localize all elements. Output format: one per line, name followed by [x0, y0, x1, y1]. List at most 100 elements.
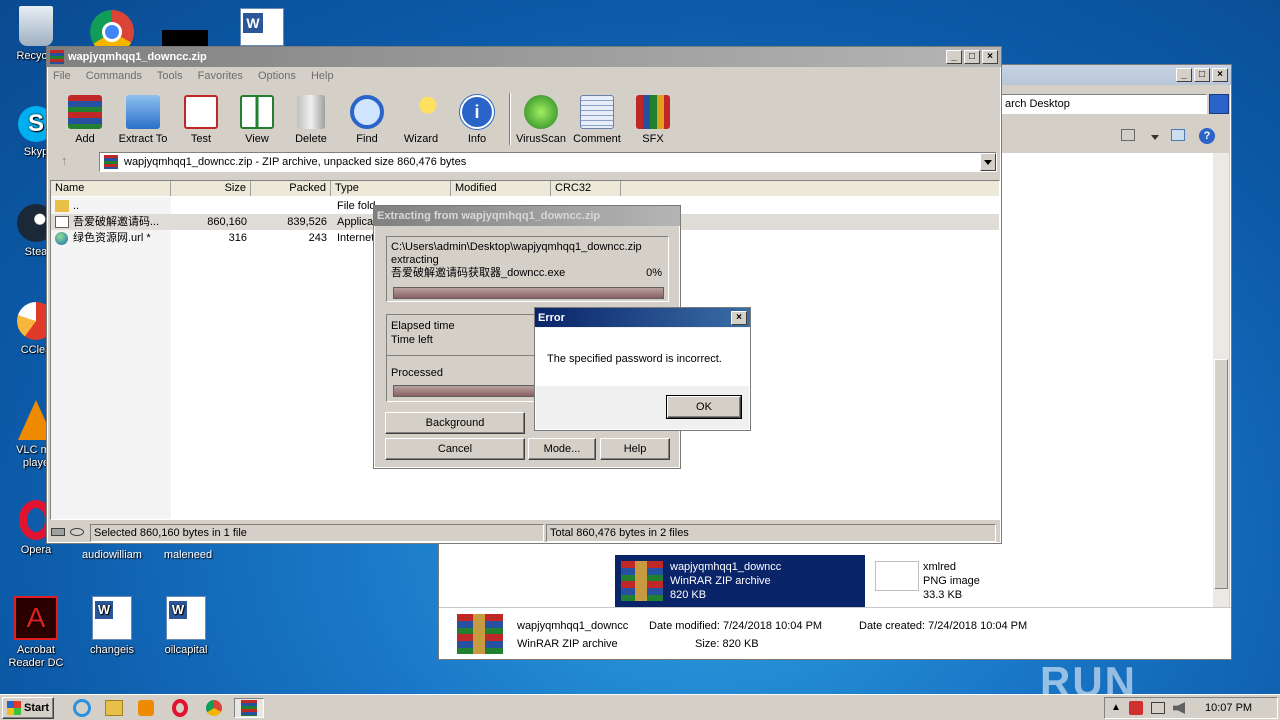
explorer-taskbar-icon[interactable] [102, 698, 126, 718]
row-packed: 243 [308, 232, 327, 244]
row-name: 绿色资源网.url * [73, 232, 151, 244]
toolbar-sfx-button[interactable]: SFX [623, 95, 683, 145]
volume-icon[interactable] [1173, 702, 1185, 714]
network-icon[interactable] [1151, 702, 1165, 714]
row-name: .. [73, 200, 80, 212]
path-dropdown-button[interactable] [980, 153, 996, 171]
up-arrow-icon[interactable]: ↑ [61, 154, 75, 168]
toolbar-test-button[interactable]: Test [171, 95, 231, 145]
toolbar-virusscan-button[interactable]: VirusScan [511, 95, 571, 145]
details-winrar-icon [457, 614, 503, 654]
menu-help[interactable]: Help [311, 70, 334, 82]
acrobat-reader-icon[interactable]: A Acrobat Reader DC [6, 596, 66, 670]
oilcapital-doc-icon[interactable]: W oilcapital [156, 596, 216, 657]
preview-pane-icon[interactable] [1171, 129, 1185, 141]
tray-expand-icon[interactable]: ▲ [1111, 702, 1121, 713]
menu-file[interactable]: File [53, 70, 71, 82]
column-modified[interactable]: Modified [451, 181, 551, 196]
other-file-size: 33.3 KB [923, 589, 963, 601]
winrar-titlebar[interactable]: wapjyqmhqq1_downcc.zip _ □ × [47, 47, 1001, 67]
media-player-taskbar-icon[interactable] [134, 698, 158, 718]
winrar-taskbar-icon[interactable] [234, 698, 264, 718]
path-text: wapjyqmhqq1_downcc.zip - ZIP archive, un… [124, 156, 467, 168]
folder-icon [55, 200, 69, 212]
clock[interactable]: 10:07 PM [1205, 702, 1252, 714]
toolbar-add-button[interactable]: Add [55, 95, 115, 145]
start-button[interactable]: Start [2, 697, 54, 719]
path-combobox[interactable]: wapjyqmhqq1_downcc.zip - ZIP archive, un… [99, 152, 997, 172]
winrar-close-button[interactable]: × [982, 50, 998, 64]
toolbar-wizard-button[interactable]: Wizard [391, 95, 451, 145]
explorer-minimize-button[interactable]: _ [1176, 68, 1192, 82]
winrar-maximize-button[interactable]: □ [964, 50, 980, 64]
black-desktop-icon[interactable] [162, 30, 208, 46]
anyrun-watermark: ANY RUN [1040, 610, 1137, 705]
selected-file-item[interactable]: wapjyqmhqq1_downcc WinRAR ZIP archive 82… [615, 555, 865, 607]
extract-titlebar[interactable]: Extracting from wapjyqmhqq1_downcc.zip [374, 206, 680, 226]
other-file-item[interactable]: xmlred PNG image 33.3 KB [923, 560, 980, 602]
search-icon[interactable] [1209, 94, 1229, 114]
mode-button[interactable]: Mode... [528, 438, 596, 460]
selected-file-type: WinRAR ZIP archive [670, 575, 771, 587]
column-packed[interactable]: Packed [251, 181, 331, 196]
explorer-maximize-button[interactable]: □ [1194, 68, 1210, 82]
details-created-block: Date created: 7/24/2018 10:04 PM [859, 617, 1027, 635]
time-left-label: Time left [391, 334, 433, 346]
error-title: Error [538, 311, 565, 324]
ie-taskbar-icon[interactable] [70, 698, 94, 718]
toolbar-find-button[interactable]: Find [337, 95, 397, 145]
toolbar-info-button[interactable]: i Info [447, 95, 507, 145]
menu-options[interactable]: Options [258, 70, 296, 82]
opera-taskbar-icon[interactable] [168, 698, 192, 718]
error-titlebar[interactable]: Error × [535, 308, 750, 327]
column-size[interactable]: Size [171, 181, 251, 196]
column-crc32[interactable]: CRC32 [551, 181, 621, 196]
action-center-icon[interactable] [1129, 701, 1143, 715]
help-button[interactable]: Help [600, 438, 670, 460]
background-button[interactable]: Background [385, 412, 525, 434]
toolbar-view-button[interactable]: View [227, 95, 287, 145]
scrollbar-thumb[interactable] [1214, 359, 1228, 589]
winrar-minimize-button[interactable]: _ [946, 50, 962, 64]
ok-button[interactable]: OK [666, 395, 742, 419]
explorer-close-button[interactable]: × [1212, 68, 1228, 82]
key-icon [70, 528, 85, 536]
toolbar-comment-button[interactable]: Comment [567, 95, 627, 145]
column-name[interactable]: Name [51, 181, 171, 196]
toolbar-delete-button[interactable]: Delete [281, 95, 341, 145]
maleneed-label[interactable]: maleneed [156, 549, 220, 561]
explorer-scrollbar[interactable] [1213, 153, 1229, 607]
menu-tools[interactable]: Tools [157, 70, 183, 82]
tool-add-label: Add [75, 133, 95, 145]
chevron-down-icon[interactable] [1151, 135, 1159, 140]
error-body: The specified password is incorrect. [535, 328, 750, 386]
elapsed-label: Elapsed time [391, 320, 455, 332]
toolbar-extract-button[interactable]: Extract To [113, 95, 173, 145]
extract-folder-icon [126, 95, 160, 129]
file-list-header: Name Size Packed Type Modified CRC32 [51, 181, 999, 196]
extract-stats-panel: Elapsed time Time left Processed [386, 314, 546, 402]
status-selected: Selected 860,160 bytes in 1 file [90, 524, 544, 542]
view-options-icon[interactable] [1121, 129, 1135, 141]
audiowilliam-label[interactable]: audiowilliam [80, 549, 144, 561]
help-icon[interactable]: ? [1199, 128, 1215, 144]
modified-value: 7/24/2018 10:04 PM [723, 620, 823, 632]
changeis-doc-icon[interactable]: W changeis [82, 596, 142, 657]
cancel-button[interactable]: Cancel [385, 438, 525, 460]
png-image-icon[interactable] [875, 561, 919, 591]
tool-comment-label: Comment [573, 133, 621, 145]
error-dialog[interactable]: Error × The specified password is incorr… [534, 307, 751, 431]
sfx-icon [636, 95, 670, 129]
explorer-search-input[interactable]: arch Desktop [1001, 94, 1207, 114]
column-type[interactable]: Type [331, 181, 451, 196]
other-file-name: xmlred [923, 561, 957, 573]
menu-commands[interactable]: Commands [86, 70, 142, 82]
menu-favorites[interactable]: Favorites [198, 70, 243, 82]
chrome-taskbar-icon[interactable] [202, 698, 226, 718]
word-document-icon[interactable]: W [240, 8, 284, 46]
find-magnifier-icon [350, 95, 384, 129]
processed-label: Processed [391, 367, 443, 379]
error-close-button[interactable]: × [731, 310, 747, 325]
selected-file-text: wapjyqmhqq1_downcc WinRAR ZIP archive 82… [670, 560, 781, 602]
extract-action: extracting [391, 254, 439, 266]
